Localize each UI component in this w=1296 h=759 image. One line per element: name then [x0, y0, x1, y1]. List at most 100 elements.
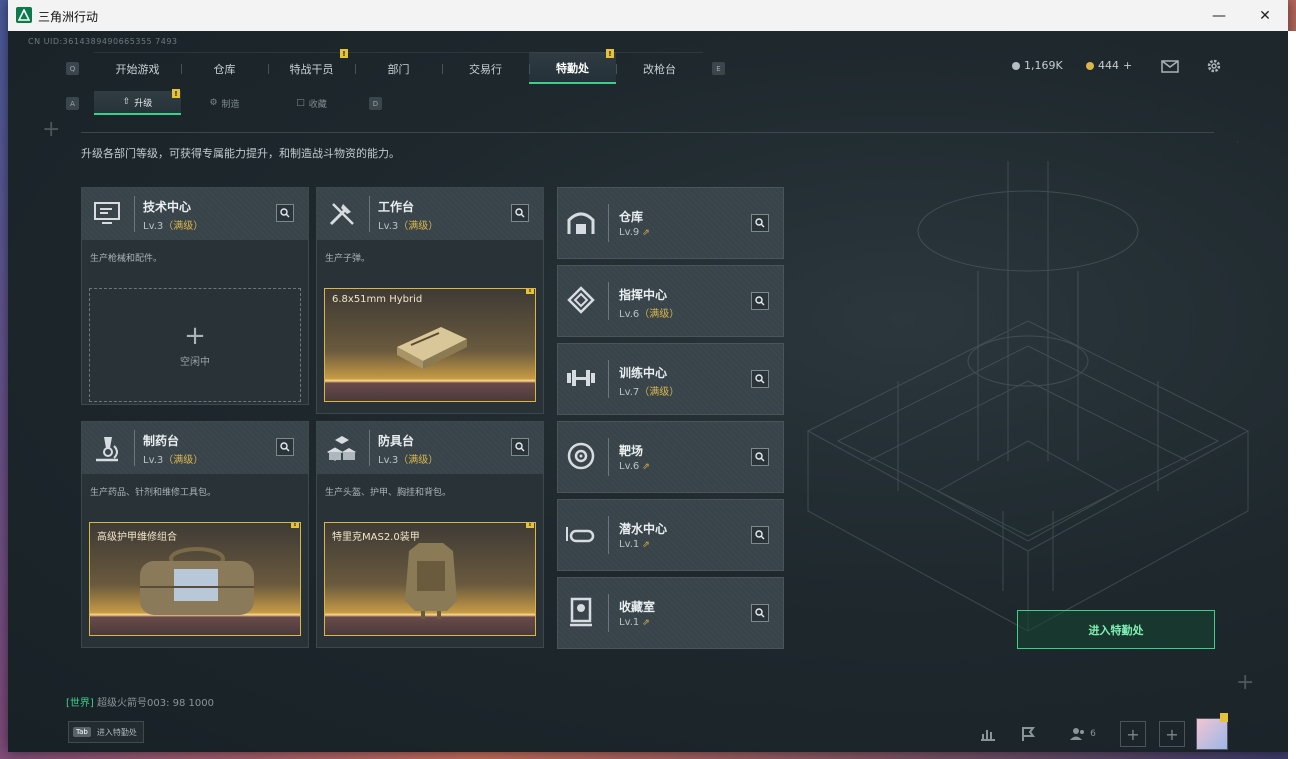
search-icon	[755, 296, 765, 306]
page-description: 升级各部门等级，可获得专属能力提升，和制造战斗物资的能力。	[81, 147, 400, 160]
gold-coin-icon	[1086, 61, 1094, 70]
facility-level: Lv.3（满级）	[143, 217, 203, 232]
goggles-icon	[564, 518, 598, 550]
production-slot-item[interactable]: 特里克MAS2.0装甲 !	[324, 522, 536, 636]
separator	[134, 430, 135, 466]
card-header: 防具台 Lv.3（满级）	[317, 422, 543, 474]
add-slot-button[interactable]: +	[1120, 721, 1146, 747]
tab-hint[interactable]: Tab 进入特勤处	[68, 721, 144, 743]
separator	[608, 438, 609, 476]
gold-balance[interactable]: 444 +	[1086, 59, 1132, 72]
player-uid: CN UID:3614389490665355 7493	[28, 37, 178, 46]
facility-card-tech-center[interactable]: 技术中心 Lv.3（满级） 生产枪械和配件。 + 空闲中	[81, 187, 309, 405]
player-avatar[interactable]	[1196, 718, 1228, 750]
inspect-button[interactable]	[751, 292, 769, 310]
friends-button[interactable]: 6	[1063, 721, 1103, 747]
plus-icon: +	[1165, 724, 1179, 744]
search-icon	[515, 442, 525, 452]
facility-card-warehouse[interactable]: 仓库 Lv.9 ⇗	[557, 187, 784, 259]
nav-left-key: Q	[66, 62, 79, 75]
tab-label: 部门	[387, 62, 410, 76]
facility-level: Lv.3（满级）	[378, 451, 438, 466]
friends-icon	[1070, 728, 1085, 740]
facility-card-command-center[interactable]: 指挥中心 Lv.6（满级）	[557, 265, 784, 337]
inspect-button[interactable]	[511, 438, 529, 456]
alert-badge: !	[172, 89, 180, 98]
production-slot-empty[interactable]: + 空闲中	[89, 288, 301, 402]
subtab-craft[interactable]: ⚙ 制造	[181, 91, 268, 115]
settings-button[interactable]	[1204, 56, 1224, 76]
repair-kit-bag-image	[140, 547, 254, 615]
mail-icon	[1161, 59, 1179, 73]
inspect-button[interactable]	[751, 526, 769, 544]
tab-special-ops[interactable]: 特勤处!	[529, 49, 616, 84]
add-slot-button[interactable]: +	[1159, 721, 1185, 747]
nav-right-key: E	[712, 62, 725, 75]
inspect-button[interactable]	[751, 214, 769, 232]
tab-department[interactable]: 部门	[355, 52, 442, 84]
tab-hint-label: 进入特勤处	[96, 727, 137, 737]
facility-card-diving-center[interactable]: 潜水中心 Lv.1 ⇗	[557, 499, 784, 571]
main-nav: 开始游戏 仓库 特战干员! 部门 交易行 特勤处! 改枪台	[94, 49, 703, 84]
separator	[608, 360, 609, 398]
tab-key-cap: Tab	[73, 727, 91, 737]
facility-name: 制药台	[143, 434, 180, 448]
upgrade-available-icon: ⇗	[642, 462, 650, 472]
production-slot-item[interactable]: 高级护甲维修组合 !	[89, 522, 301, 636]
title-bar: 三角洲行动 — ✕	[8, 0, 1288, 31]
level-value: Lv.6	[619, 461, 640, 472]
facility-description: 生产头盔、护甲、胸挂和背包。	[325, 488, 452, 498]
inspect-button[interactable]	[276, 204, 294, 222]
coin-balance[interactable]: 1,169K	[1012, 59, 1063, 72]
close-button[interactable]: ✕	[1242, 0, 1288, 31]
facility-level: Lv.6 ⇗	[619, 461, 650, 472]
stats-button[interactable]	[975, 721, 1001, 747]
ammo-box-image	[397, 327, 467, 369]
flag-icon	[1022, 727, 1035, 741]
tab-operators[interactable]: 特战干员!	[268, 49, 355, 84]
bar-chart-icon	[981, 730, 995, 741]
chat-line[interactable]: [世界] 超级火箭号003: 98 1000	[66, 694, 214, 709]
inspect-button[interactable]	[751, 448, 769, 466]
tab-trade[interactable]: 交易行	[442, 52, 529, 84]
tools-icon	[325, 198, 359, 230]
cubes-icon	[325, 432, 359, 464]
facility-card-pharmacy[interactable]: 制药台 Lv.3（满级） 生产药品、针剂和维修工具包。 高级护甲维修组合 !	[81, 421, 309, 648]
coin-amount: 1,169K	[1024, 59, 1063, 72]
facility-card-workbench[interactable]: 工作台 Lv.3（满级） 生产子弹。 6.8x51mm Hybrid !	[316, 187, 544, 414]
facility-card-training-center[interactable]: 训练中心 Lv.7（满级）	[557, 343, 784, 415]
production-slot-item[interactable]: 6.8x51mm Hybrid !	[324, 288, 536, 402]
inspect-button[interactable]	[751, 604, 769, 622]
inspect-button[interactable]	[751, 370, 769, 388]
facility-level: Lv.3（满级）	[378, 217, 438, 232]
collection-room-icon	[564, 596, 598, 628]
flag-button[interactable]	[1015, 721, 1041, 747]
level-value: Lv.1	[619, 617, 640, 628]
tab-label: 开始游戏	[115, 62, 160, 76]
collection-icon: □	[296, 98, 305, 108]
tab-start-game[interactable]: 开始游戏	[94, 52, 181, 84]
facility-card-armor-bench[interactable]: 防具台 Lv.3（满级） 生产头盔、护甲、胸挂和背包。 特里克MAS2.0装甲 …	[316, 421, 544, 648]
dumbbell-icon	[564, 362, 598, 394]
plus-icon: +	[1126, 724, 1140, 744]
separator	[608, 594, 609, 632]
target-icon	[564, 440, 598, 472]
level-value: Lv.3	[378, 455, 399, 466]
tab-warehouse[interactable]: 仓库	[181, 52, 268, 84]
facility-card-shooting-range[interactable]: 靶场 Lv.6 ⇗	[557, 421, 784, 493]
mail-button[interactable]	[1160, 56, 1180, 76]
inspect-button[interactable]	[511, 204, 529, 222]
inspect-button[interactable]	[276, 438, 294, 456]
enter-special-ops-button[interactable]: 进入特勤处	[1017, 610, 1215, 649]
search-icon	[280, 208, 290, 218]
add-gold-icon[interactable]: +	[1123, 59, 1132, 72]
facility-name: 收藏室	[619, 600, 656, 614]
separator	[369, 196, 370, 232]
add-icon: +	[184, 320, 206, 351]
tab-gunsmith[interactable]: 改枪台	[616, 52, 703, 84]
subtab-upgrade[interactable]: ⇧ 升级 !	[94, 89, 181, 115]
facility-card-collection-room[interactable]: 收藏室 Lv.1 ⇗	[557, 577, 784, 649]
facility-level: Lv.1 ⇗	[619, 539, 650, 550]
level-status: （满级）	[639, 387, 680, 398]
subtab-collection[interactable]: □ 收藏	[268, 91, 355, 115]
